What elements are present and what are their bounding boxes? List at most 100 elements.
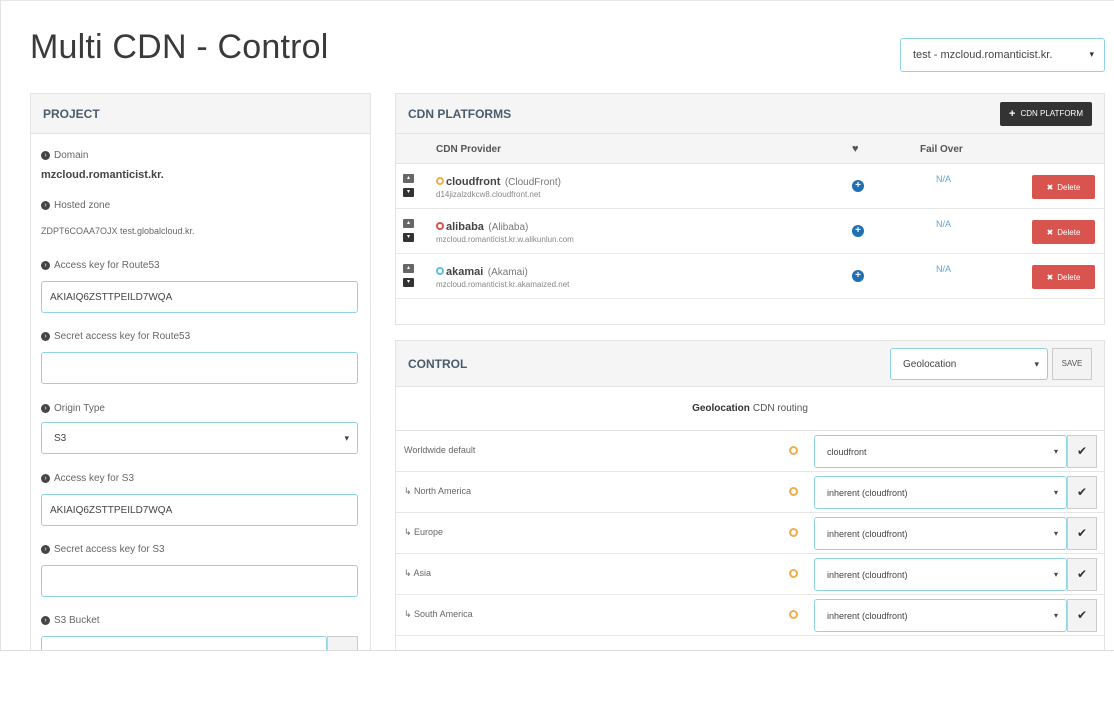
cdn-row: ▴ ▾ akamai (Akamai) mzcloud.romanticist.kr.… [396,254,1104,299]
cdn-panel-heading: CDN PLATFORMS [408,106,512,121]
control-panel: CONTROL Geolocation ▾ SAVE Geolocation CD… [395,340,1105,658]
chevron-down-icon: ▾ [1053,611,1058,620]
cdn-provider-cell: akamai (Akamai) [436,262,528,280]
region-name: Worldwide default [404,445,476,455]
apply-check-button[interactable]: ✔ [1067,435,1097,468]
bottom-blank-area [0,651,1114,705]
cdn-provider-name: akamai [446,266,484,278]
cdn-target-select[interactable]: cloudfront ▾ [814,435,1067,468]
domain-value: mzcloud.romanticist.kr. [41,169,164,181]
col-failover: Fail Over [920,144,963,155]
project-panel-heading: PROJECT [31,94,370,134]
page-title: Multi CDN - Control [30,28,329,66]
check-icon: ✔ [1076,526,1088,540]
plus-icon: + [1009,107,1016,120]
cdn-rows: ▴ ▾ cloudfront (CloudFront) d14jizalzdkcw8.… [396,164,1104,299]
cdn-provider-type: (Akamai) [487,267,528,278]
route-row: ↳ North America inherent (cloudfront) ▾ ✔ [396,472,1104,513]
cdn-provider-type: (CloudFront) [504,177,561,188]
cdn-target-value: inherent (cloudfront) [827,570,908,580]
close-icon: ✖ [1046,182,1054,192]
cdn-provider-name: cloudfront [446,176,501,188]
cdn-provider-domain: d14jizalzdkcw8.cloudfront.net [436,190,541,199]
hosted-zone-label: › Hosted zone [41,200,110,211]
health-check-icon[interactable]: + [852,270,864,282]
route53-secret-label: › Secret access key for Route53 [41,331,190,342]
apply-check-button[interactable]: ✔ [1067,599,1097,632]
top-divider [0,0,1114,1]
status-dot-icon [789,528,798,537]
region-name: ↳ Europe [404,527,444,537]
project-select[interactable]: test - mzcloud.romanticist.kr. ▾ [900,38,1105,72]
move-down-icon[interactable]: ▾ [403,188,414,197]
cdn-panel-header: CDN PLATFORMS + CDN PLATFORM [396,94,1104,134]
cdn-target-select[interactable]: inherent (cloudfront) ▾ [814,476,1067,509]
status-dot-icon [436,266,444,275]
route-row: ↳ South America inherent (cloudfront) ▾ ✔ [396,595,1104,636]
cdn-target-value: inherent (cloudfront) [827,529,908,539]
route53-secret-key-input[interactable] [41,352,358,384]
s3-secret-label: › Secret access key for S3 [41,544,165,555]
move-up-icon[interactable]: ▴ [403,264,414,273]
check-icon: ✔ [1076,567,1088,581]
cdn-target-select[interactable]: inherent (cloudfront) ▾ [814,517,1067,550]
add-cdn-platform-button[interactable]: + CDN PLATFORM [1000,101,1092,126]
status-dot-icon [789,487,798,496]
cdn-target-value: cloudfront [827,447,867,457]
move-down-icon[interactable]: ▾ [403,233,414,242]
move-up-icon[interactable]: ▴ [403,219,414,228]
route53-access-key-input[interactable]: AKIAIQ6ZSTTPEILD7WQA [41,281,358,313]
cdn-target-select[interactable]: inherent (cloudfront) ▾ [814,558,1067,591]
origin-type-label: › Origin Type [41,403,105,414]
cdn-target-select[interactable]: inherent (cloudfront) ▾ [814,599,1067,632]
cdn-provider-name: alibaba [446,221,484,233]
arrow-circle-icon: › [41,201,50,210]
failover-value: N/A [936,219,952,229]
move-up-icon[interactable]: ▴ [403,174,414,183]
origin-type-value: S3 [54,433,67,444]
delete-button[interactable]: ✖ Delete [1032,220,1095,244]
arrow-circle-icon: › [41,332,50,341]
s3-access-key-input[interactable]: AKIAIQ6ZSTTPEILD7WQA [41,494,358,526]
routing-title: Geolocation CDN routing [396,387,1104,431]
control-panel-header: CONTROL Geolocation ▾ SAVE [396,341,1104,387]
save-button[interactable]: SAVE [1052,347,1092,380]
cdn-provider-domain: mzcloud.romanticist.kr.w.alikunlun.com [436,235,574,244]
arrow-circle-icon: › [41,261,50,270]
route-row: ↳ Europe inherent (cloudfront) ▾ ✔ [396,513,1104,554]
status-dot-icon [789,569,798,578]
arrow-circle-icon: › [41,404,50,413]
heart-icon: ♥ [852,143,859,155]
chevron-down-icon: ▾ [344,433,349,443]
route-rows: Worldwide default cloudfront ▾ ✔ ↳ North Ame… [396,431,1104,636]
health-check-icon[interactable]: + [852,225,864,237]
move-down-icon[interactable]: ▾ [403,278,414,287]
cdn-row: ▴ ▾ alibaba (Alibaba) mzcloud.romanticist.k… [396,209,1104,254]
s3-secret-key-input[interactable] [41,565,358,597]
routing-mode-select[interactable]: Geolocation ▾ [890,347,1048,380]
origin-type-select[interactable]: S3 ▾ [41,422,358,454]
routing-mode-value: Geolocation [903,358,957,370]
cdn-target-value: inherent (cloudfront) [827,488,908,498]
project-select-value: test - mzcloud.romanticist.kr. [913,49,1053,61]
apply-check-button[interactable]: ✔ [1067,517,1097,550]
apply-check-button[interactable]: ✔ [1067,558,1097,591]
arrow-circle-icon: › [41,545,50,554]
route53-key-label: › Access key for Route53 [41,260,160,271]
delete-button[interactable]: ✖ Delete [1032,265,1095,289]
delete-button[interactable]: ✖ Delete [1032,175,1095,199]
cdn-target-value: inherent (cloudfront) [827,611,908,621]
region-name: ↳ Asia [404,568,432,578]
arrow-circle-icon: › [41,474,50,483]
cdn-provider-type: (Alibaba) [488,222,529,233]
left-edge [0,0,1,705]
check-icon: ✔ [1076,485,1088,499]
status-dot-icon [789,446,798,455]
project-panel: PROJECT › Domain mzcloud.romanticist.kr. … [30,93,371,658]
close-icon: ✖ [1046,272,1054,282]
apply-check-button[interactable]: ✔ [1067,476,1097,509]
close-icon: ✖ [1046,227,1054,237]
region-name: ↳ North America [404,486,472,496]
health-check-icon[interactable]: + [852,180,864,192]
domain-label: › Domain [41,150,88,161]
